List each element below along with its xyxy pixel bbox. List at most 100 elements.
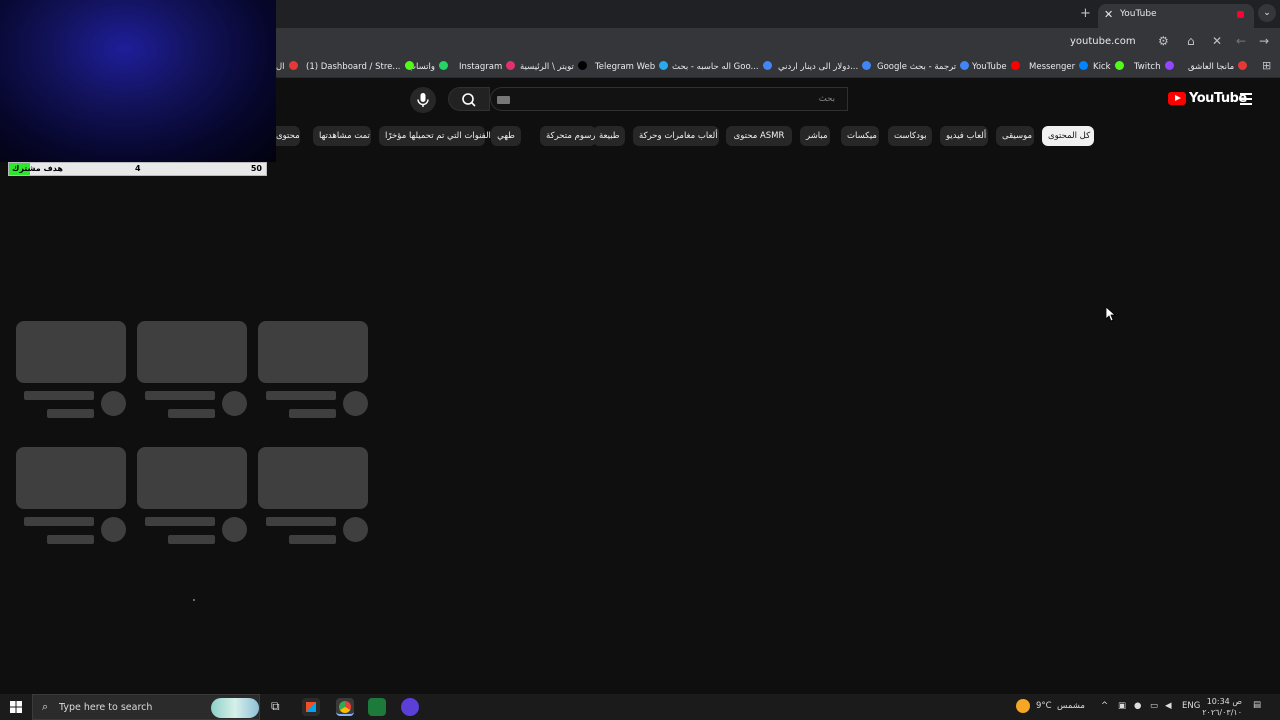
bookmark-item[interactable]: دولار الى دينار اردني... (778, 61, 872, 72)
bookmark-label: تويتر \ الرئيسية (520, 62, 574, 72)
search-input[interactable]: بحث (490, 87, 848, 111)
skeleton-thumbnail (137, 447, 247, 509)
bookmark-label: Kick (1093, 62, 1111, 72)
chip-12[interactable]: تمت مشاهدتها (313, 126, 371, 146)
bookmark-label: اله حاسبه - بحث Goo... (672, 62, 759, 72)
search-placeholder: بحث (818, 94, 835, 104)
bookmark-favicon-icon (1164, 61, 1174, 70)
bookmark-item[interactable]: Instagram (459, 61, 516, 72)
skeleton-thumbnail (137, 321, 247, 383)
skeleton-subtitle (47, 535, 94, 544)
bookmark-favicon-icon (762, 61, 772, 70)
task-view-icon[interactable]: ⧉ (271, 699, 280, 714)
back-icon[interactable]: ← (1236, 34, 1246, 48)
weather-temp[interactable]: 9°C (1036, 701, 1052, 711)
bookmark-label: (1) Dashboard / Stre... (306, 62, 401, 72)
bookmark-label: Messenger (1029, 62, 1076, 72)
chip-0[interactable]: كل المحتوى (1042, 126, 1094, 146)
skeleton-avatar (343, 517, 368, 542)
chip-1[interactable]: موسيقى (996, 126, 1034, 146)
tab-search-icon[interactable]: ⌄ (1258, 4, 1276, 22)
search-icon (462, 93, 476, 107)
windows-start-icon[interactable] (10, 701, 22, 713)
chip-11[interactable]: الفنوات التي تم تحميلها مؤخرًا (379, 126, 491, 146)
skeleton-thumbnail (16, 321, 126, 383)
skeleton-subtitle (47, 409, 94, 418)
chip-5[interactable]: مباشر (800, 126, 830, 146)
volume-icon[interactable]: ◀ (1165, 701, 1172, 711)
skeleton-title (145, 391, 215, 400)
chip-9[interactable]: رسوم متحركة (540, 126, 596, 146)
search-button[interactable] (448, 87, 490, 111)
youtube-logo-icon[interactable] (1168, 92, 1186, 105)
chip-7[interactable]: ألعاب مغامرات وحركة (633, 126, 719, 146)
bookmark-item[interactable]: اله حاسبه - بحث Goo... (672, 61, 772, 72)
goal-current: 4 (135, 164, 141, 173)
search-highlight-icon (211, 698, 259, 718)
taskbar-search-input[interactable]: ⌕ Type here to search (32, 694, 260, 720)
network-icon[interactable]: ▭ (1150, 701, 1158, 711)
weather-icon[interactable] (1016, 699, 1030, 713)
bookmark-item[interactable]: واتساب (408, 61, 449, 72)
microsoft-store-icon[interactable] (302, 698, 320, 716)
tab-title: YouTube (1120, 9, 1157, 19)
chip-6[interactable]: محتوى ASMR (726, 126, 792, 146)
webcam-overlay (0, 0, 276, 162)
bookmark-item[interactable]: Twitch (1134, 61, 1174, 72)
chip-13[interactable]: محتوى (276, 126, 300, 146)
forward-icon[interactable]: → (1259, 34, 1269, 48)
clock-date: ٢٠٢٦/٠٣/١٠ (1202, 708, 1242, 717)
bookmark-label: Instagram (459, 62, 503, 72)
bookmark-item[interactable]: Google ترجمة - بحث (877, 61, 970, 72)
chip-3[interactable]: بودكاست (888, 126, 932, 146)
weather-text[interactable]: مشمس (1057, 701, 1085, 711)
notifications-icon[interactable]: ▤ (1253, 700, 1261, 710)
bookmark-favicon-icon (1114, 61, 1124, 70)
bookmark-label: ال (276, 62, 285, 72)
clock-time: 10:34 ص (1206, 697, 1242, 706)
home-icon[interactable]: ⌂ (1187, 34, 1195, 48)
bookmark-favicon-icon (862, 61, 872, 70)
messenger-app-icon[interactable] (401, 698, 419, 716)
bookmark-item[interactable]: (1) Dashboard / Stre... (306, 61, 414, 72)
youtube-logo-text[interactable]: YouTube (1189, 91, 1247, 106)
input-language[interactable]: ENG (1182, 701, 1200, 711)
stop-loading-icon[interactable]: ✕ (1212, 34, 1222, 48)
skeleton-subtitle (168, 409, 215, 418)
streaming-app-icon[interactable] (368, 698, 386, 716)
skeleton-avatar (101, 517, 126, 542)
site-settings-icon[interactable]: ⚙ (1158, 34, 1169, 48)
bookmark-item[interactable]: YouTube (972, 61, 1020, 72)
skeleton-subtitle (289, 409, 336, 418)
chip-8[interactable]: طبيعة (593, 126, 625, 146)
bookmark-item[interactable]: مانجا العاشق (1188, 61, 1248, 72)
bookmark-item[interactable]: تويتر \ الرئيسية (520, 61, 587, 72)
chip-4[interactable]: ميكسات (841, 126, 879, 146)
subscriber-goal-bar: هدف مشترك 4 50 (8, 162, 267, 176)
skeleton-thumbnail (258, 321, 368, 383)
apps-grid-icon[interactable]: ⊞ (1262, 59, 1271, 72)
new-tab-button[interactable]: + (1080, 6, 1091, 21)
skeleton-avatar (222, 517, 247, 542)
taskbar-search-placeholder: Type here to search (59, 702, 153, 713)
address-bar[interactable]: youtube.com (1070, 36, 1136, 47)
bookmark-item[interactable]: Messenger (1029, 61, 1089, 72)
search-icon: ⌕ (42, 700, 49, 713)
skeleton-avatar (222, 391, 247, 416)
chip-10[interactable]: طهي (491, 126, 521, 146)
skeleton-title (266, 517, 336, 526)
tab-youtube[interactable]: ✕ YouTube (1098, 4, 1254, 28)
keyboard-icon[interactable] (497, 96, 510, 104)
bookmark-item[interactable]: Telegram Web (595, 61, 669, 72)
close-tab-icon[interactable]: ✕ (1104, 8, 1113, 21)
bookmark-item[interactable]: ال (276, 61, 298, 72)
bookmark-item[interactable]: Kick (1093, 61, 1124, 72)
voice-search-button[interactable] (410, 87, 436, 113)
chrome-icon[interactable] (336, 698, 354, 716)
tray-app-icon[interactable]: ▣ (1118, 701, 1126, 711)
system-clock[interactable]: 10:34 ص ٢٠٢٦/٠٣/١٠ (1202, 696, 1242, 718)
chip-2[interactable]: ألعاب فيديو (940, 126, 988, 146)
microphone-tray-icon[interactable]: ● (1134, 701, 1141, 711)
skeleton-avatar (101, 391, 126, 416)
show-hidden-icons-icon[interactable]: ^ (1101, 701, 1108, 711)
